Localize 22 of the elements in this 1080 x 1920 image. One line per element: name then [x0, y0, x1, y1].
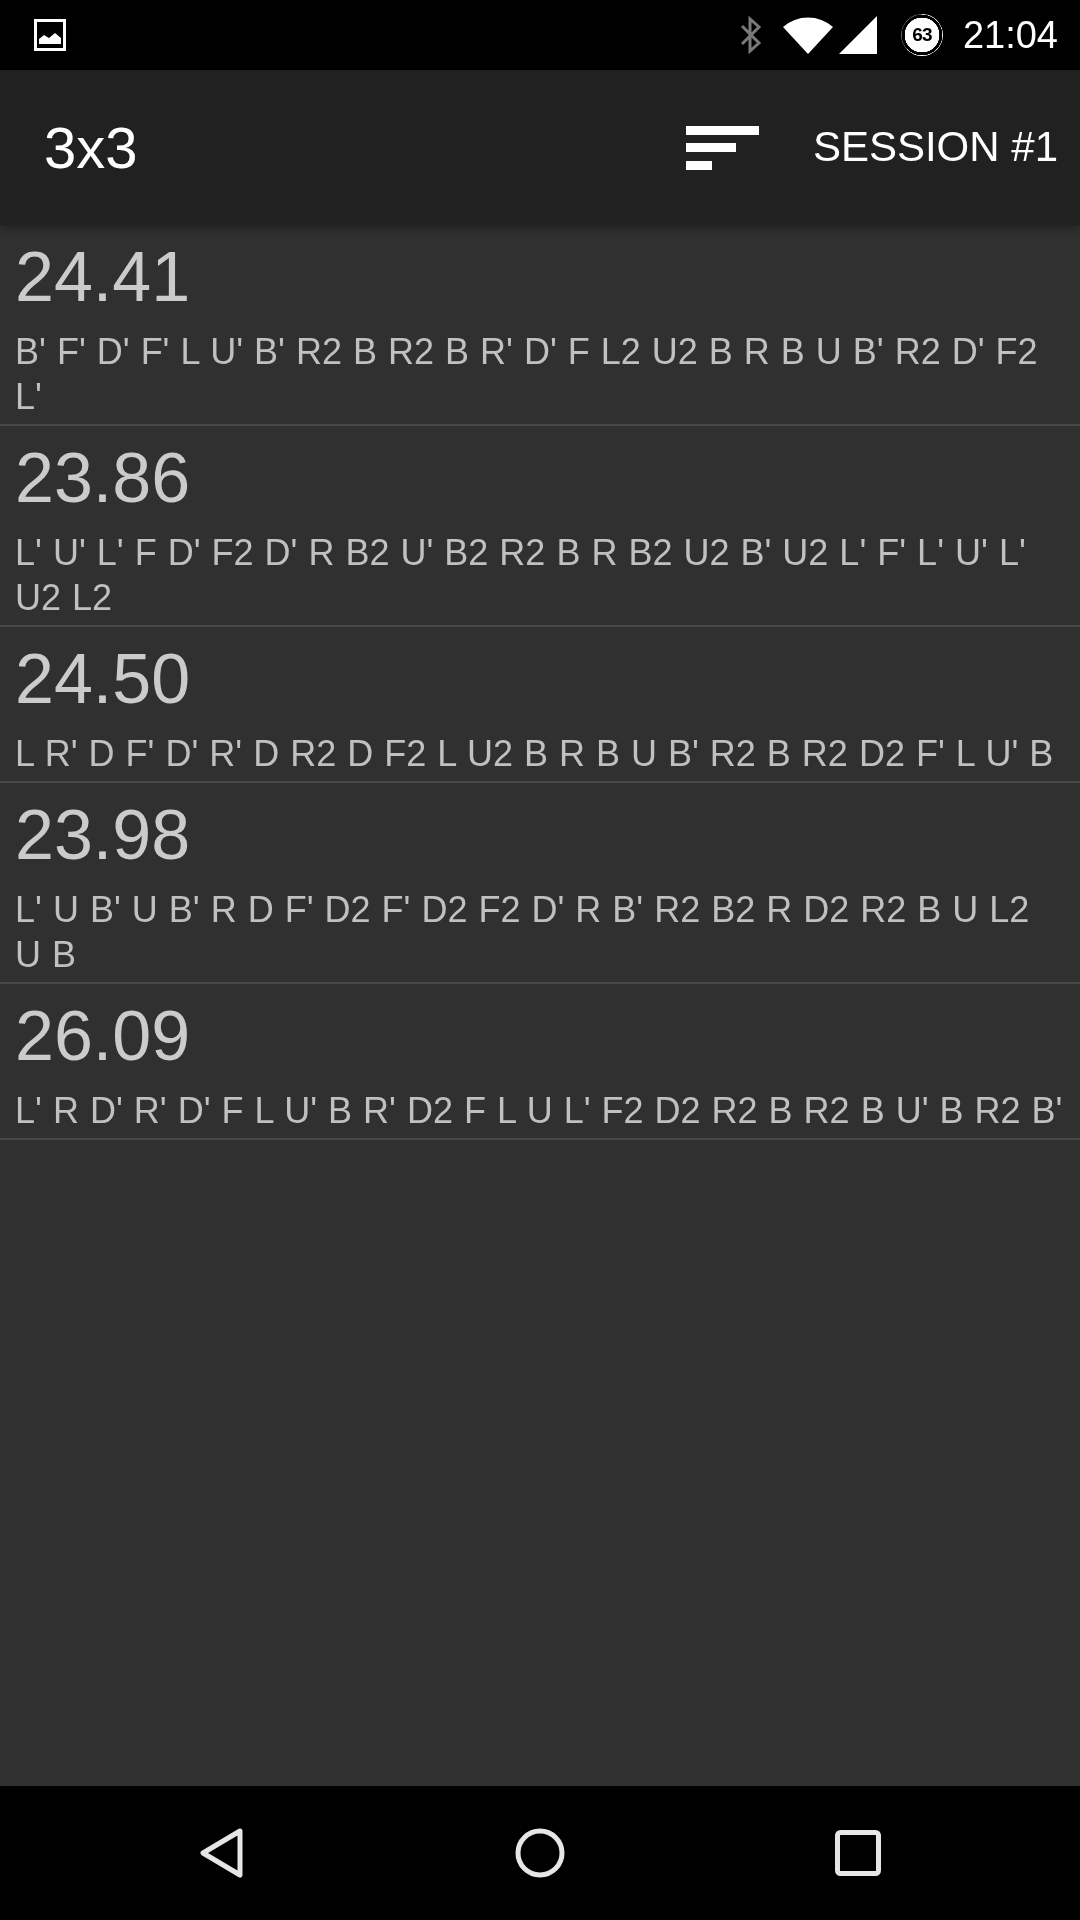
- solve-time: 26.09: [15, 999, 192, 1073]
- session-button[interactable]: SESSION #1: [812, 122, 1058, 173]
- back-icon[interactable]: [199, 1827, 245, 1879]
- solve-time: 23.86: [15, 441, 192, 515]
- bluetooth-icon: [738, 16, 763, 54]
- scramble-text: L' R D' R' D' F L U' B R' D2 F L U L' F2 D2 R2 B R2 B U' B R2 B': [15, 1089, 1063, 1133]
- solve-time: 23.98: [15, 798, 192, 872]
- status-time: 21:04: [962, 16, 1058, 54]
- scramble-text: L' U' L' F D' F2 D' R B2 U' B2 R2 B R B2 U2 B' U2 L' F' L' U' L' U2 L2: [15, 531, 1027, 620]
- solve-time: 24.41: [15, 240, 192, 314]
- scramble-text: L' U B' U B' R D F' D2 F' D2 F2 D' R B' R2 B2 R D2 R2 B U L2 U B: [15, 888, 1031, 977]
- app-title: 3x3: [44, 114, 138, 181]
- solve-time: 24.50: [15, 642, 192, 716]
- scramble-text: B' F' D' F' L U' B' R2 B R2 B R' D' F L2 U2 B R B U B' R2 D' F2 L': [15, 330, 1039, 419]
- sort-icon[interactable]: [685, 125, 759, 170]
- gallery-icon: [34, 19, 66, 51]
- battery-indicator: 63: [900, 14, 943, 56]
- home-icon[interactable]: [515, 1828, 565, 1878]
- wifi-icon: [782, 16, 833, 54]
- scramble-text: L R' D F' D' R' D R2 D F2 L U2 B R B U B' R2 B R2 D2 F' L U' B: [15, 732, 1055, 776]
- recents-icon[interactable]: [835, 1830, 881, 1876]
- signal-icon: [838, 16, 877, 54]
